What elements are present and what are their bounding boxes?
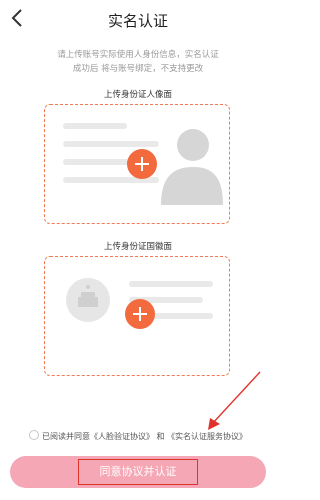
back-card-label: 上传身份证国徽面 bbox=[103, 242, 172, 252]
plus-icon bbox=[133, 307, 147, 321]
face-verification-agreement-link[interactable]: 《人脸验证协议》 bbox=[90, 432, 154, 441]
agree-checkbox[interactable] bbox=[28, 430, 39, 440]
verification-notice: 请上传账号实际使用人身份信息，实名认证 成功后 将与账号绑定，不支持更改 bbox=[48, 48, 228, 76]
id-front-upload-card[interactable] bbox=[44, 104, 230, 224]
notice-line-1: 请上传账号实际使用人身份信息，实名认证 bbox=[57, 50, 219, 60]
placeholder-line bbox=[63, 123, 127, 129]
upload-front-plus-button[interactable] bbox=[127, 149, 157, 179]
notice-line-2: 成功后 将与账号绑定，不支持更改 bbox=[72, 64, 204, 74]
agreement-prefix: 已阅读并同意 bbox=[41, 432, 90, 441]
agreement-and: 和 bbox=[156, 432, 165, 441]
agreement-row: 已阅读并同意《人脸验证协议》 和 《实名认证服务协议》 bbox=[0, 430, 276, 442]
annotation-arrow-icon bbox=[208, 371, 261, 430]
page-title: 实名认证 bbox=[107, 12, 168, 30]
header: 实名认证 bbox=[0, 0, 276, 40]
upload-back-plus-button[interactable] bbox=[125, 299, 155, 329]
portrait-silhouette-icon bbox=[161, 129, 223, 205]
national-emblem-icon bbox=[66, 278, 110, 322]
plus-icon bbox=[135, 157, 149, 171]
id-back-upload-card[interactable] bbox=[44, 256, 230, 376]
real-name-service-agreement-link[interactable]: 《实名认证服务协议》 bbox=[167, 432, 247, 441]
placeholder-line bbox=[129, 281, 213, 287]
placeholder-line bbox=[63, 141, 159, 147]
submit-button-label[interactable]: 同意协议并认证 bbox=[78, 459, 198, 485]
front-card-label: 上传身份证人像面 bbox=[103, 90, 172, 100]
